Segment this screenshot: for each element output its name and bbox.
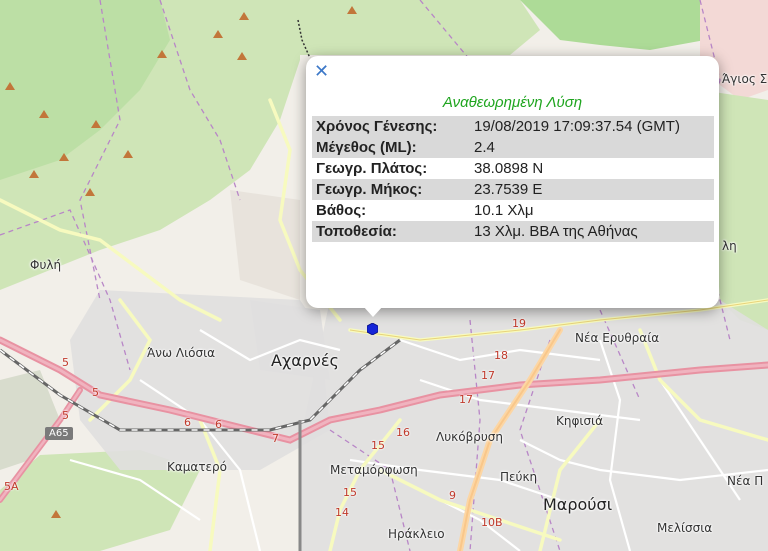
place-label-ano-liosia: Άνω Λιόσια [147,346,216,360]
road-number: 6 [215,418,222,431]
depth-label: Βάθος: [316,202,367,219]
latitude-label: Γεωγρ. Πλάτος: [316,160,428,177]
place-label-kamatero: Καματερό [167,460,227,474]
place-label-agios-s: Άγιος Σ [722,72,768,86]
table-row: Μέγεθος (ML): 2.4 [312,137,714,158]
table-row: Γεωγρ. Μήκος: 23.7539 E [312,179,714,200]
longitude-label: Γεωγρ. Μήκος: [312,179,470,200]
table-row: Χρόνος Γένεσης: 19/08/2019 17:09:37.54 (… [312,116,714,137]
place-label-acharnes: Αχαρνές [271,351,339,370]
place-label-nea-erythraia: Νέα Ερυθραία [575,331,660,345]
road-number: 5 [62,356,69,369]
table-row: Γεωγρ. Πλάτος: 38.0898 N [312,158,714,179]
road-shield: A65 [45,427,73,440]
road-number: 5A [4,480,19,493]
place-label-marousi: Μαρούσι [543,495,613,514]
road-number: 17 [481,369,495,382]
location-label: Τοποθεσία: [312,221,470,242]
place-label-metamorfosi: Μεταμόρφωση [330,463,418,477]
place-label-nea-p: Νέα Π [727,474,764,488]
road-number: 5 [92,386,99,399]
location-value: 13 Χλμ. ΒΒΑ της Αθήνας [470,221,714,242]
road-number: 6 [184,416,191,429]
place-label-irakleio: Ηράκλειο [388,527,445,541]
road-number: 5 [62,409,69,422]
place-label-melissia: Μελίσσια [657,521,713,535]
table-row: Βάθος: 10.1 Χλμ [312,200,714,221]
road-number: 14 [335,506,349,519]
road-number: 19 [512,317,526,330]
place-label-lh: λη [722,239,737,253]
epicenter-marker-icon[interactable] [367,323,378,335]
popup-tip [363,306,383,317]
origin-time-value: 19/08/2019 17:09:37.54 (GMT) [470,116,714,137]
road-number: 15 [343,486,357,499]
earthquake-info-table: Χρόνος Γένεσης: 19/08/2019 17:09:37.54 (… [312,116,714,242]
road-number: 9 [449,489,456,502]
longitude-value: 23.7539 E [470,179,714,200]
depth-value: 10.1 Χλμ [474,202,534,219]
road-number: 17 [459,393,473,406]
place-label-pefki: Πεύκη [500,470,538,484]
magnitude-label: Μέγεθος (ML): [312,137,470,158]
latitude-value: 38.0898 N [474,160,544,177]
magnitude-value: 2.4 [470,137,714,158]
origin-time-label: Χρόνος Γένεσης: [312,116,470,137]
place-label-lykovrysi: Λυκόβρυση [436,430,503,444]
road-number: 18 [494,349,508,362]
popup-title: Αναθεωρημένη Λύση [442,94,583,111]
close-icon[interactable]: ✕ [314,63,329,81]
table-row: Τοποθεσία: 13 Χλμ. ΒΒΑ της Αθήνας [312,221,714,242]
road-number: 10B [481,516,503,529]
road-number: 15 [371,439,385,452]
road-number: 7 [272,432,279,445]
place-label-kifisia: Κηφισιά [556,414,604,428]
road-number: 16 [396,426,410,439]
place-label-fyli: Φυλή [30,258,62,272]
